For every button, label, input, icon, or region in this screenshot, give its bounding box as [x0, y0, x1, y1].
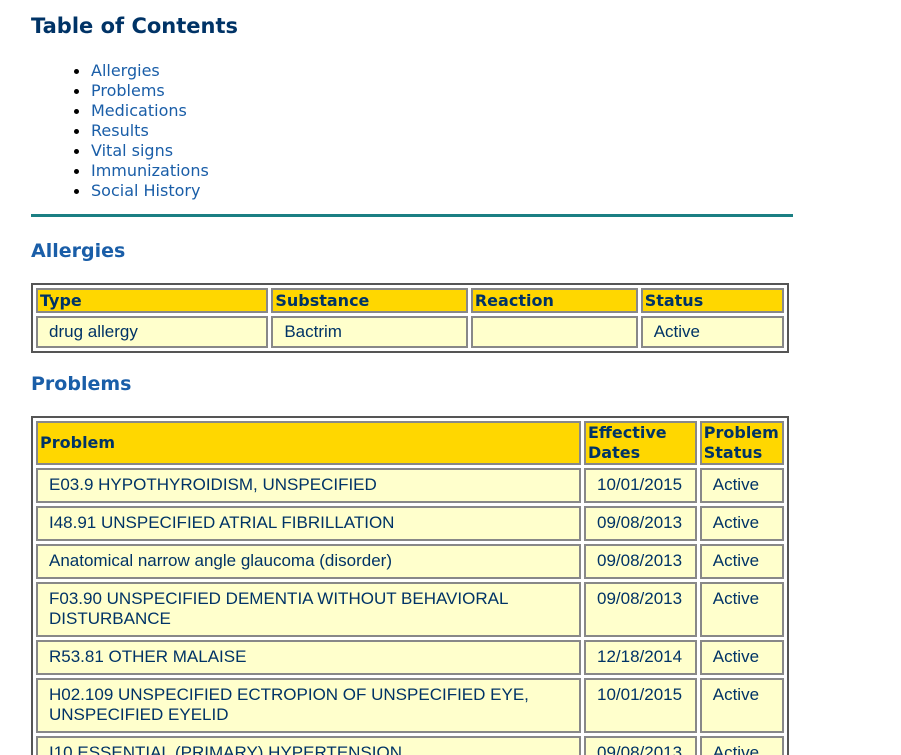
allergies-table: Type Substance Reaction Status drug alle… [31, 283, 789, 353]
toc-link-results[interactable]: Results [91, 121, 149, 140]
table-row: E03.9 HYPOTHYROIDISM, UNSPECIFIED 10/01/… [36, 468, 784, 503]
toc-link-medications[interactable]: Medications [91, 101, 187, 120]
column-header-problem-status: Problem Status [699, 421, 784, 465]
problem-date-cell: 10/01/2015 [584, 468, 697, 503]
column-header-status: Status [640, 288, 784, 313]
problem-date-cell: 09/08/2013 [584, 736, 697, 755]
table-row: H02.109 UNSPECIFIED ECTROPION OF UNSPECI… [36, 678, 784, 733]
toc-item: Immunizations [74, 161, 209, 181]
problem-date-cell: 09/08/2013 [584, 544, 697, 579]
section-divider [31, 214, 793, 217]
problems-heading: Problems [31, 373, 132, 395]
toc-link-allergies[interactable]: Allergies [91, 61, 160, 80]
toc-item: Vital signs [74, 141, 209, 161]
table-row: R53.81 OTHER MALAISE 12/18/2014 Active [36, 640, 784, 675]
allergy-type-cell: drug allergy [36, 316, 269, 348]
problems-table: Problem Effective Dates Problem Status E… [31, 416, 789, 755]
problem-name-cell: F03.90 UNSPECIFIED DEMENTIA WITHOUT BEHA… [36, 582, 581, 637]
problem-date-cell: 12/18/2014 [584, 640, 697, 675]
column-header-type: Type [36, 288, 269, 313]
table-row: Anatomical narrow angle glaucoma (disord… [36, 544, 784, 579]
toc-item: Problems [74, 81, 209, 101]
problem-name-cell: E03.9 HYPOTHYROIDISM, UNSPECIFIED [36, 468, 581, 503]
toc-list: Allergies Problems Medications Results V… [31, 61, 209, 201]
table-row: drug allergy Bactrim Active [36, 316, 784, 348]
allergies-heading: Allergies [31, 240, 126, 262]
problem-date-cell: 10/01/2015 [584, 678, 697, 733]
problem-status-cell: Active [699, 544, 784, 579]
toc-item: Medications [74, 101, 209, 121]
problem-date-cell: 09/08/2013 [584, 506, 697, 541]
column-header-effective-dates: Effective Dates [584, 421, 697, 465]
problem-status-cell: Active [699, 678, 784, 733]
problem-name-cell: H02.109 UNSPECIFIED ECTROPION OF UNSPECI… [36, 678, 581, 733]
table-header-row: Problem Effective Dates Problem Status [36, 421, 784, 465]
problem-status-cell: Active [699, 506, 784, 541]
table-row: I10 ESSENTIAL (PRIMARY) HYPERTENSION 09/… [36, 736, 784, 755]
toc-item: Results [74, 121, 209, 141]
problem-status-cell: Active [699, 468, 784, 503]
problem-date-cell: 09/08/2013 [584, 582, 697, 637]
problem-name-cell: I10 ESSENTIAL (PRIMARY) HYPERTENSION [36, 736, 581, 755]
problem-status-cell: Active [699, 736, 784, 755]
allergy-substance-cell: Bactrim [271, 316, 468, 348]
table-row: I48.91 UNSPECIFIED ATRIAL FIBRILLATION 0… [36, 506, 784, 541]
table-header-row: Type Substance Reaction Status [36, 288, 784, 313]
column-header-substance: Substance [271, 288, 468, 313]
column-header-reaction: Reaction [470, 288, 638, 313]
table-row: F03.90 UNSPECIFIED DEMENTIA WITHOUT BEHA… [36, 582, 784, 637]
problem-name-cell: R53.81 OTHER MALAISE [36, 640, 581, 675]
toc-title: Table of Contents [31, 14, 239, 38]
allergy-reaction-cell [470, 316, 638, 348]
toc-link-social-history[interactable]: Social History [91, 181, 200, 200]
problem-status-cell: Active [699, 582, 784, 637]
toc-link-immunizations[interactable]: Immunizations [91, 161, 209, 180]
toc-link-vital-signs[interactable]: Vital signs [91, 141, 173, 160]
problem-status-cell: Active [699, 640, 784, 675]
toc-item: Allergies [74, 61, 209, 81]
toc-item: Social History [74, 181, 209, 201]
problem-name-cell: Anatomical narrow angle glaucoma (disord… [36, 544, 581, 579]
toc-link-problems[interactable]: Problems [91, 81, 165, 100]
allergy-status-cell: Active [640, 316, 784, 348]
column-header-problem: Problem [36, 421, 581, 465]
problem-name-cell: I48.91 UNSPECIFIED ATRIAL FIBRILLATION [36, 506, 581, 541]
